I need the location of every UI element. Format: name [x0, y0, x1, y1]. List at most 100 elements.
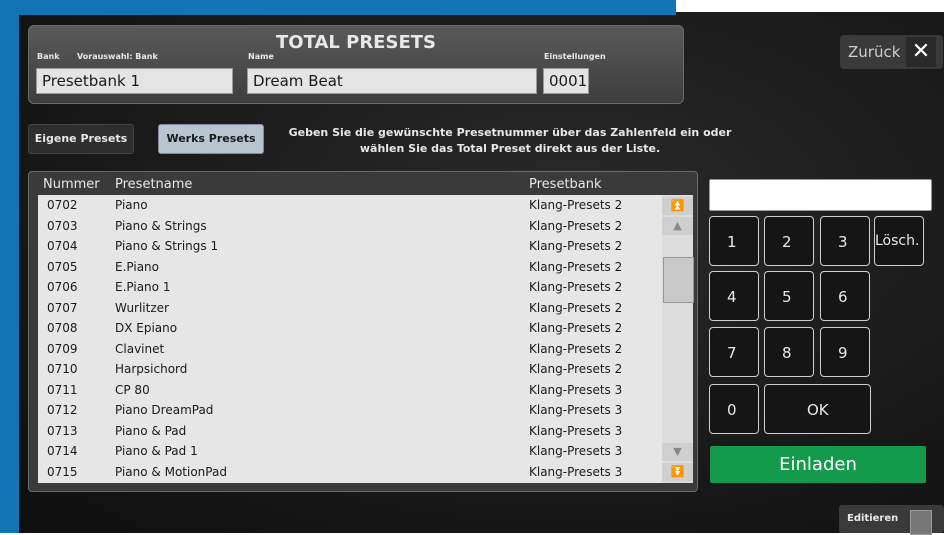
- preset-name: Piano & MotionPad: [115, 464, 227, 479]
- settings-field[interactable]: 0001: [543, 68, 589, 94]
- name-field[interactable]: Dream Beat: [247, 68, 537, 94]
- key-label: 3: [838, 233, 848, 251]
- ok-key[interactable]: OK: [764, 384, 871, 434]
- edit-button[interactable]: Editieren: [839, 505, 944, 535]
- column-header-bank: Presetbank: [529, 177, 602, 192]
- name-label: Name: [248, 52, 274, 61]
- back-label: Zurück: [848, 43, 901, 61]
- preset-number: 0709: [47, 341, 78, 356]
- close-icon[interactable]: ✕: [906, 37, 936, 67]
- preset-bank: Klang-Presets 3: [529, 464, 623, 479]
- table-row[interactable]: 0704 Piano & Strings 1 Klang-Presets 2: [38, 236, 662, 257]
- preset-name: Clavinet: [115, 341, 165, 356]
- edit-toggle[interactable]: [910, 510, 932, 535]
- delete-key[interactable]: Lösch.: [874, 216, 924, 266]
- edit-label: Editieren: [847, 513, 899, 524]
- key-label: 6: [838, 288, 848, 306]
- preset-bank: Klang-Presets 2: [529, 259, 623, 274]
- preset-number-input[interactable]: [709, 179, 932, 211]
- left-blue-border: [0, 0, 19, 533]
- key-label: 9: [838, 344, 848, 362]
- preset-number: 0706: [47, 280, 78, 294]
- table-row[interactable]: 0713 Piano & Pad Klang-Presets 3: [38, 421, 662, 442]
- preset-bank: Klang-Presets 3: [529, 423, 623, 438]
- key-label: 7: [727, 344, 737, 362]
- preset-name: Piano & Strings 1: [115, 239, 219, 253]
- scroll-up-icon[interactable]: ▲: [662, 217, 693, 235]
- table-row[interactable]: 0703 Piano & Strings Klang-Presets 2: [38, 216, 662, 237]
- preset-bank: Klang-Presets 2: [529, 300, 623, 315]
- key-label: 8: [782, 344, 792, 362]
- preset-number: 0712: [47, 403, 78, 417]
- preset-name: Harpsichord: [115, 362, 188, 376]
- preset-list-panel: Nummer Presetname Presetbank 0702 Piano Kl…: [28, 171, 698, 492]
- preset-number: 0707: [47, 300, 78, 315]
- table-row[interactable]: 0705 E.Piano Klang-Presets 2: [38, 257, 662, 278]
- preset-number: 0704: [47, 239, 78, 253]
- preset-bank: Klang-Presets 2: [529, 198, 623, 212]
- top-right-white-strip: [676, 0, 944, 12]
- preset-name: E.Piano 1: [115, 280, 171, 294]
- table-row[interactable]: 0708 DX Epiano Klang-Presets 2: [38, 318, 662, 339]
- table-row[interactable]: 0715 Piano & MotionPad Klang-Presets 3: [38, 462, 662, 483]
- preset-name: Piano: [115, 198, 148, 212]
- list-scrollbar[interactable]: ⏫ ▲ ▼ ⏬: [662, 195, 694, 483]
- page-title: TOTAL PRESETS: [276, 32, 436, 53]
- key-label: OK: [807, 401, 829, 419]
- preset-name: Wurlitzer: [115, 300, 169, 315]
- scroll-top-icon[interactable]: ⏫: [662, 197, 693, 215]
- preset-name: E.Piano: [115, 259, 160, 274]
- table-row[interactable]: 0706 E.Piano 1 Klang-Presets 2: [38, 277, 662, 298]
- table-row[interactable]: 0712 Piano DreamPad Klang-Presets 3: [38, 400, 662, 421]
- preset-number: 0710: [47, 362, 78, 376]
- instruction-text: Geben Sie die gewünschte Presetnummer üb…: [288, 126, 732, 155]
- scroll-down-icon[interactable]: ▼: [662, 443, 693, 461]
- key-6[interactable]: 6: [820, 271, 870, 321]
- table-row[interactable]: 0707 Wurlitzer Klang-Presets 2: [38, 298, 662, 319]
- key-label: 5: [782, 288, 792, 306]
- key-8[interactable]: 8: [764, 327, 814, 377]
- preset-bank: Klang-Presets 2: [529, 239, 623, 253]
- preset-bank: Klang-Presets 2: [529, 218, 623, 233]
- bank-label: Bank: [37, 52, 60, 61]
- preset-bank: Klang-Presets 3: [529, 403, 623, 417]
- bank-field[interactable]: Presetbank 1: [36, 68, 233, 94]
- preset-list: 0702 Piano Klang-Presets 2 0703 Piano & Str…: [38, 195, 662, 483]
- key-5[interactable]: 5: [764, 271, 814, 321]
- table-row[interactable]: 0710 Harpsichord Klang-Presets 2: [38, 359, 662, 380]
- preset-number: 0708: [47, 321, 78, 335]
- key-2[interactable]: 2: [764, 216, 814, 266]
- preset-name: CP 80: [115, 382, 150, 397]
- table-row[interactable]: 0711 CP 80 Klang-Presets 3: [38, 380, 662, 401]
- tab-own-presets[interactable]: Eigene Presets: [28, 124, 134, 154]
- preset-number: 0703: [47, 218, 78, 233]
- preset-number: 0715: [47, 464, 78, 479]
- preset-name: Piano DreamPad: [115, 403, 214, 417]
- preset-number: 0705: [47, 259, 78, 274]
- key-label: 2: [782, 233, 792, 251]
- back-button[interactable]: Zurück ✕: [840, 35, 943, 69]
- preselect-label: Vorauswahl: Bank: [77, 52, 158, 61]
- column-header-name: Presetname: [115, 177, 193, 192]
- table-row[interactable]: 0709 Clavinet Klang-Presets 2: [38, 339, 662, 360]
- key-0[interactable]: 0: [709, 384, 759, 434]
- key-9[interactable]: 9: [820, 327, 870, 377]
- key-label: 0: [727, 401, 737, 419]
- key-3[interactable]: 3: [820, 216, 870, 266]
- key-7[interactable]: 7: [709, 327, 759, 377]
- preset-bank: Klang-Presets 2: [529, 321, 623, 335]
- scroll-thumb[interactable]: [663, 257, 694, 303]
- table-row[interactable]: 0714 Piano & Pad 1 Klang-Presets 3: [38, 441, 662, 462]
- key-4[interactable]: 4: [709, 271, 759, 321]
- key-1[interactable]: 1: [709, 216, 759, 266]
- preset-name: Piano & Pad 1: [115, 444, 198, 458]
- table-row[interactable]: 0702 Piano Klang-Presets 2: [38, 195, 662, 216]
- preset-bank: Klang-Presets 3: [529, 444, 623, 458]
- key-label: Lösch.: [875, 233, 920, 249]
- scroll-bottom-icon[interactable]: ⏬: [662, 463, 693, 481]
- preset-name: Piano & Pad: [115, 423, 187, 438]
- load-button[interactable]: Einladen: [710, 446, 926, 483]
- preset-bank: Klang-Presets 2: [529, 280, 623, 294]
- tab-works-presets[interactable]: Werks Presets: [158, 124, 264, 154]
- preset-number: 0713: [47, 423, 78, 438]
